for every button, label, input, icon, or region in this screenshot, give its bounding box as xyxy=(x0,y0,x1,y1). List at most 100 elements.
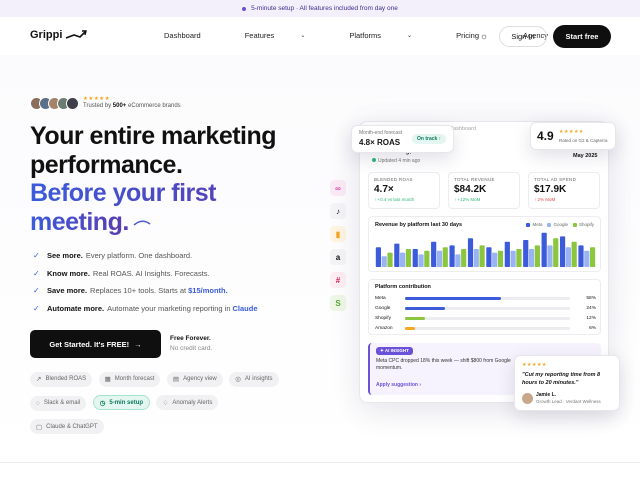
amazon-icon: a xyxy=(330,249,346,265)
chevron-down-icon: ⌄ xyxy=(407,33,413,39)
kpi-total-ad-spend: TOTAL AD SPEND $17.9K ↑ 2% MoM xyxy=(528,172,600,209)
alert-icon: ♢ xyxy=(162,399,169,407)
bar-meta-11 xyxy=(559,236,566,267)
updated-status: Updated 4 min ago xyxy=(372,158,420,164)
chip-agency-view[interactable]: ▤ Agency view xyxy=(166,371,223,387)
feature-list: ✓ See more. Every platform. One dashboard… xyxy=(33,247,258,317)
bar-google-12 xyxy=(584,250,590,267)
check-icon: ✓ xyxy=(33,251,40,261)
sign-in-button[interactable]: Sign In xyxy=(499,26,547,47)
grid-icon: ▤ xyxy=(172,376,180,383)
bar-shopify-12 xyxy=(589,247,596,267)
platform-row-google: Google 24% xyxy=(375,305,596,311)
bar-meta-10 xyxy=(541,232,547,267)
bar-shopify-1 xyxy=(387,252,393,267)
clock-icon: ◷ xyxy=(99,399,106,407)
chevron-down-icon: ⌄ xyxy=(300,33,306,39)
chip-ai-insights[interactable]: ◎ AI insights xyxy=(229,371,279,387)
logo-text: Grippi xyxy=(30,29,63,41)
revenue-chart-title: Revenue by platform last 30 days xyxy=(375,222,463,228)
bar-shopify-7 xyxy=(497,250,504,267)
progress-fill xyxy=(405,316,425,320)
on-track-badge: On track ↑ xyxy=(412,134,447,144)
revenue-bar-chart xyxy=(375,232,596,267)
bell-icon: ◌ xyxy=(36,399,40,407)
logo[interactable]: Grippi xyxy=(30,29,88,41)
bar-google-3 xyxy=(418,254,424,267)
chart-legend: Meta Google Shopify xyxy=(526,222,594,227)
nav-item-platforms[interactable]: Platforms ⌄ xyxy=(349,31,434,40)
apply-suggestion-link[interactable]: Apply suggestion › xyxy=(376,382,421,388)
forecast-card: Month-end forecast 4.8× ROAS On track ↑ xyxy=(351,125,454,153)
nav-item-dashboard[interactable]: Dashboard xyxy=(164,31,223,40)
bar-meta-1 xyxy=(375,247,382,267)
testimonial-name: Jamie L. xyxy=(536,392,557,398)
bar-google-5 xyxy=(455,254,461,267)
kpi-total-revenue: TOTAL REVENUE $84.2K ↑ +12% MoM xyxy=(448,172,520,209)
bar-google-11 xyxy=(565,247,571,267)
bar-meta-9 xyxy=(523,240,529,267)
bar-google-1 xyxy=(381,256,387,267)
progress-fill xyxy=(405,306,445,310)
chip-5-min-setup[interactable]: ◷ 5-min setup xyxy=(92,395,151,410)
feature-item: ✓ See more. Every platform. One dashboard… xyxy=(33,251,193,261)
get-started-button[interactable]: Get Started. It's FREE! → xyxy=(30,330,161,358)
bar-shopify-4 xyxy=(442,247,448,267)
rating-card: 4.9 ★★★★★ Rated on G2 & Capterra xyxy=(530,122,616,150)
bar-google-7 xyxy=(492,252,498,267)
ai-insight-badge: ✦ AI INSIGHT xyxy=(376,347,413,355)
progress-fill xyxy=(405,326,415,330)
meta-icon: ∞ xyxy=(330,180,346,196)
trust-text: Trusted by 500+ eCommerce brands xyxy=(83,103,181,110)
bar-shopify-5 xyxy=(461,249,467,267)
bar-meta-12 xyxy=(578,245,584,267)
rating-source: Rated on G2 & Capterra xyxy=(559,138,608,143)
bar-shopify-10 xyxy=(553,238,559,267)
bar-shopify-11 xyxy=(571,241,577,267)
bar-meta-3 xyxy=(412,249,418,267)
feature-item: ✓ Save more. Replaces 10+ tools. Starts a… xyxy=(33,286,228,296)
slack-icon: # xyxy=(330,272,346,288)
testimonial-quote: "Cut my reporting time from 8 hours to 2… xyxy=(522,372,601,386)
rating-value: 4.9 xyxy=(537,129,554,143)
top-nav: Grippi Dashboard Features ⌄ Platforms ⌄ Pr… xyxy=(0,17,640,55)
rating-stars: ★★★★★ xyxy=(559,129,584,135)
shopify-icon: S xyxy=(330,295,346,311)
logo-plane-icon xyxy=(66,30,88,39)
bar-google-6 xyxy=(473,249,479,267)
start-free-button[interactable]: Start free xyxy=(553,25,611,48)
announcement-dot-icon xyxy=(242,6,247,11)
avatar xyxy=(66,96,79,110)
chip-anomaly-alerts[interactable]: ♢ Anomaly Alerts xyxy=(156,395,219,410)
feature-item: ✓ Know more. Real ROAS. AI Insights. Fore… xyxy=(33,268,210,278)
sun-icon[interactable]: ☼ xyxy=(477,29,491,43)
check-icon: ✓ xyxy=(33,303,40,313)
cta-label: Get Started. It's FREE! xyxy=(49,339,130,349)
avatar xyxy=(522,393,533,404)
nav-item-features[interactable]: Features ⌄ xyxy=(245,31,328,40)
bar-shopify-9 xyxy=(534,245,540,267)
bar-shopify-2 xyxy=(405,249,412,267)
bar-google-2 xyxy=(400,252,406,267)
testimonial-stars: ★★★★★ xyxy=(522,362,547,368)
bar-google-9 xyxy=(528,249,535,267)
chip-blended-roas[interactable]: ↗ Blended ROAS xyxy=(30,371,93,387)
cta-note: Free Forever. No credit card. xyxy=(170,335,213,352)
forecast-value: 4.8× ROAS xyxy=(359,138,401,147)
bar-google-8 xyxy=(510,250,516,267)
month-label: May 2025 xyxy=(573,153,598,159)
chip-month-forecast[interactable]: ▦ Month forecast xyxy=(98,371,161,387)
bar-meta-2 xyxy=(394,243,400,267)
hero-heading: Your entire marketing performance. Befor… xyxy=(30,122,277,236)
chip-slack-email[interactable]: ◌ Slack & email xyxy=(30,395,87,411)
bar-shopify-6 xyxy=(479,245,485,267)
bar-meta-8 xyxy=(504,241,510,267)
calendar-icon: ▦ xyxy=(104,376,111,383)
feature-chips: ↗ Blended ROAS ▦ Month forecast ▤ Agency vi… xyxy=(30,368,300,439)
platform-contribution-title: Platform contribution xyxy=(375,284,431,290)
bar-meta-4 xyxy=(431,241,437,267)
testimonial-card: ★★★★★ "Cut my reporting time from 8 hour… xyxy=(514,355,620,411)
announcement-bar: 5-minute setup · All features included f… xyxy=(0,0,640,17)
feature-item: ✓ Automate more. Automate your marketing … xyxy=(33,303,258,313)
chip-claude-chatgpt[interactable]: ▢ Claude & ChatGPT xyxy=(30,419,104,434)
